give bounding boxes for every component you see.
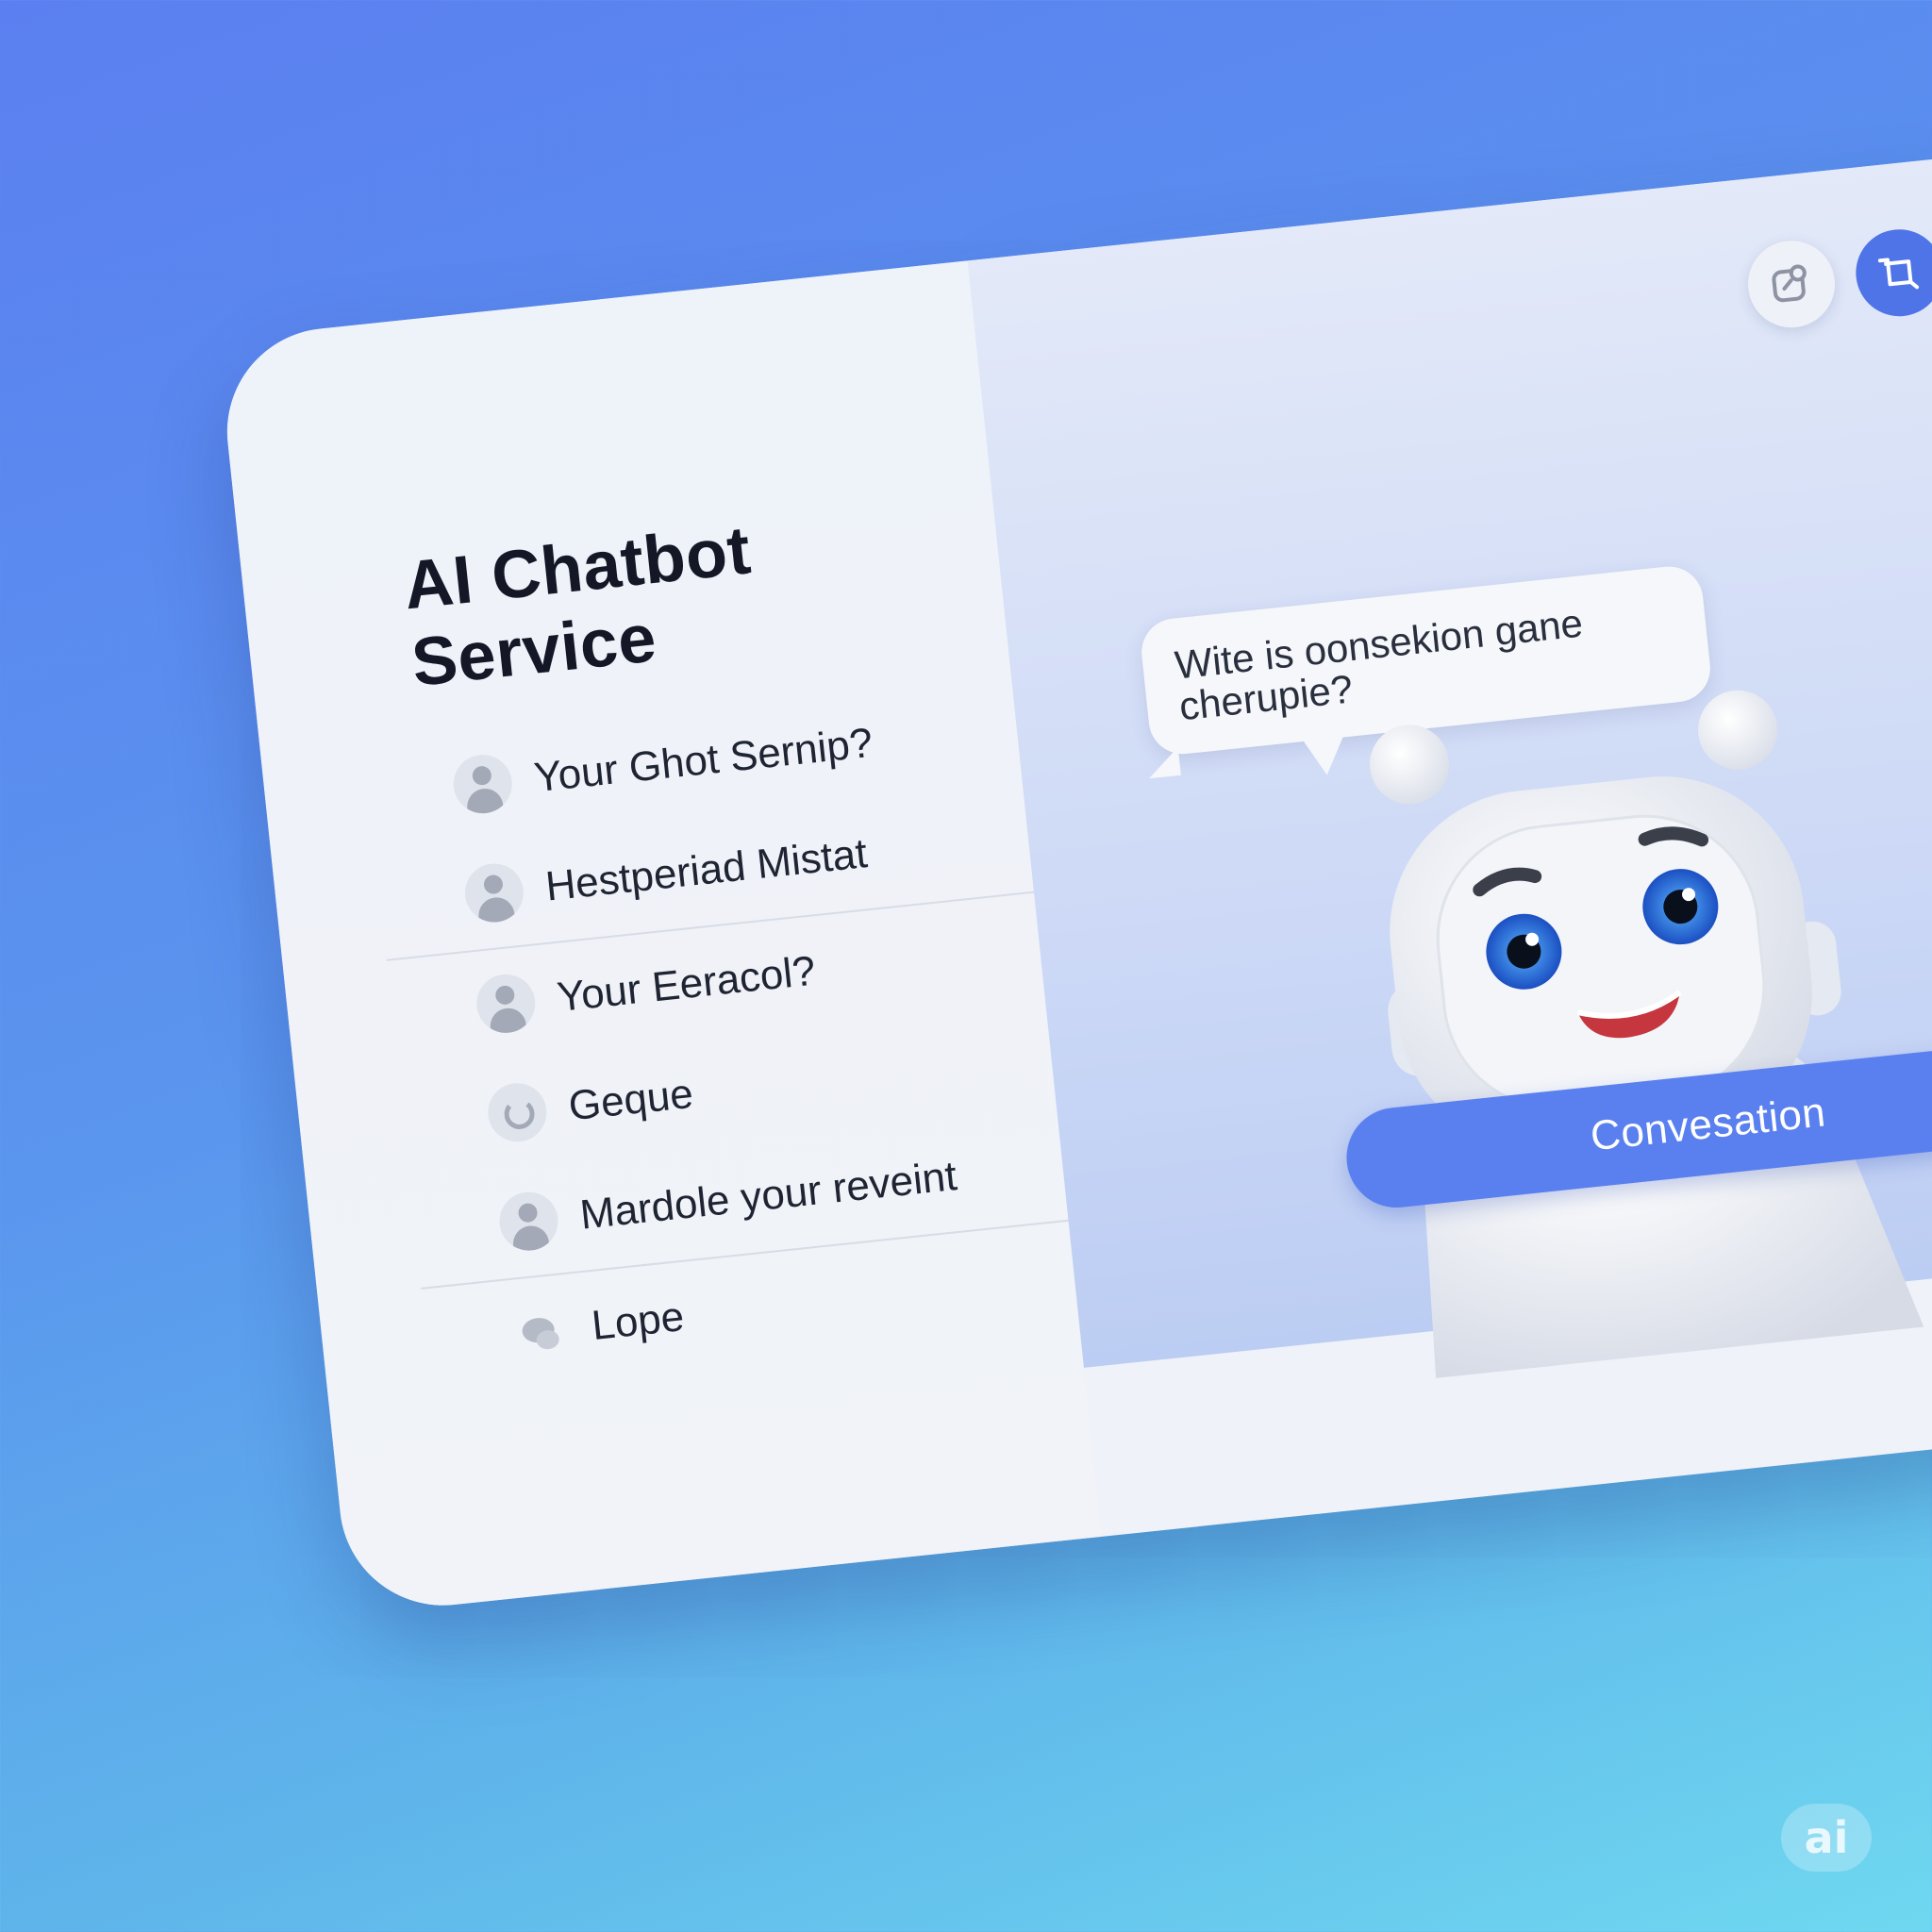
chat-list: Your Ghot Sernip? Hestperiad Mistat Your…	[386, 674, 1080, 1390]
chat-panel: Wite is oonsekion gane cherupie? Convesa…	[967, 142, 1932, 1378]
robot-mascot	[1369, 690, 1924, 1378]
sidebar-item-label: Your Eeracol?	[555, 947, 818, 1021]
sidebar-item-label: Your Ghot Sernip?	[531, 719, 875, 802]
sidebar: AI Chatbot Service Your Ghot Sernip? Hes…	[217, 260, 1102, 1616]
sidebar-item-label: Lope	[589, 1293, 687, 1350]
user-icon	[450, 752, 515, 817]
user-icon	[474, 971, 539, 1036]
app-window: AI Chatbot Service Your Ghot Sernip? Hes…	[217, 142, 1932, 1616]
ai-badge: ai	[1781, 1804, 1872, 1872]
refresh-icon	[485, 1080, 550, 1145]
user-icon	[461, 860, 526, 925]
sidebar-item-label: Mardole your reveint	[577, 1153, 959, 1239]
sidebar-item-label: Hestperiad Mistat	[543, 830, 870, 910]
sidebar-item-label: Geque	[566, 1070, 695, 1130]
crop-icon	[1877, 258, 1920, 290]
app-title: AI Chatbot Service	[400, 512, 755, 702]
share-icon	[1772, 264, 1807, 303]
share-button[interactable]	[1743, 236, 1840, 332]
user-icon	[496, 1189, 561, 1254]
cloud-icon	[508, 1300, 573, 1364]
crop-button[interactable]	[1851, 225, 1932, 321]
